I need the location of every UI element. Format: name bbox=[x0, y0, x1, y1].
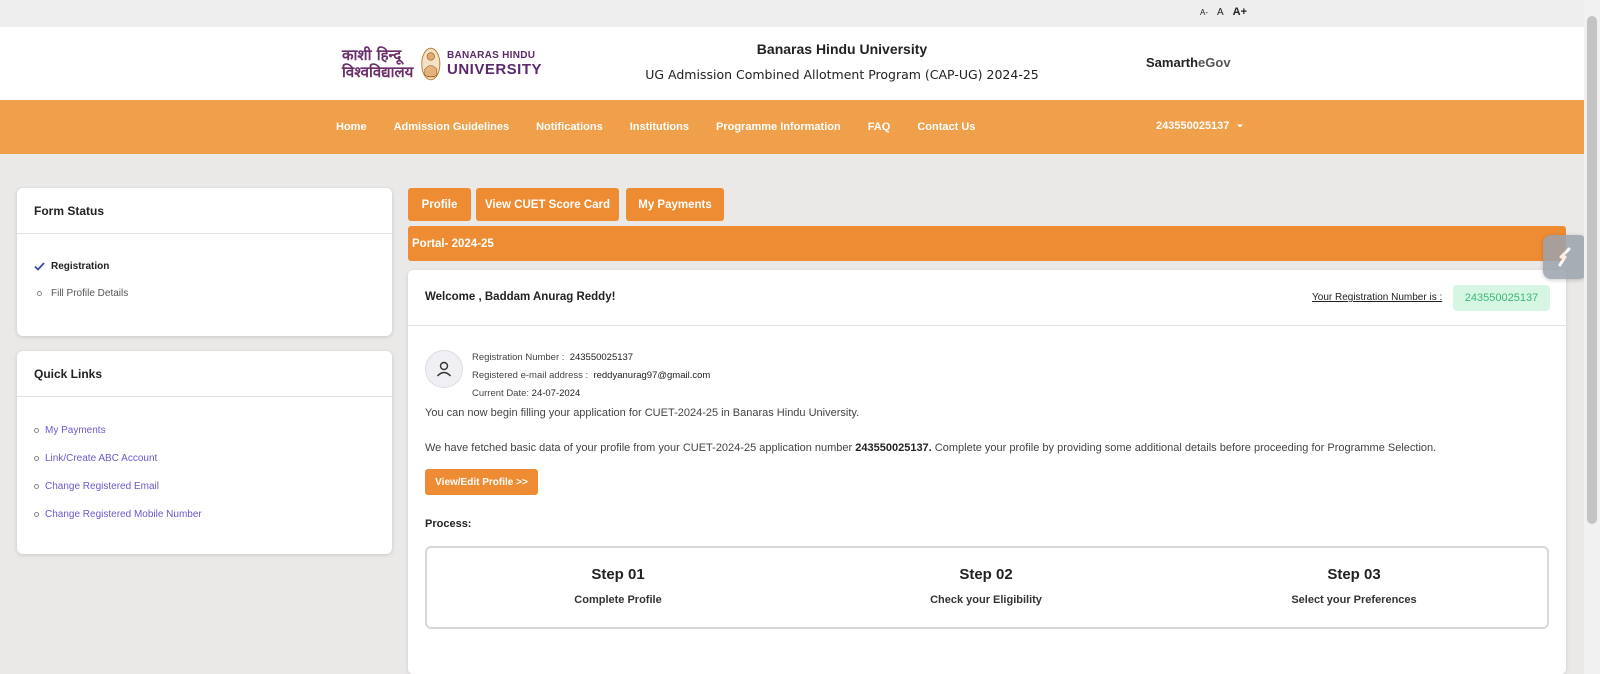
quick-links-card: Quick Links My Payments Link/Create ABC … bbox=[17, 351, 392, 554]
nav-menu: Home Admission Guidelines Notifications … bbox=[336, 100, 975, 154]
extension-logo-icon bbox=[1558, 247, 1571, 267]
view-edit-profile-button[interactable]: View/Edit Profile >> bbox=[425, 469, 538, 495]
status-fill-profile: Fill Profile Details bbox=[34, 288, 128, 299]
application-info-text: You can now begin filling your applicati… bbox=[425, 407, 860, 419]
nav-notifications[interactable]: Notifications bbox=[536, 121, 603, 133]
samarth-egov-brand: SamartheGov bbox=[1146, 55, 1231, 70]
bullet-icon bbox=[34, 512, 39, 517]
check-icon bbox=[34, 262, 45, 271]
info-registration-number: Registration Number : 243550025137 bbox=[472, 352, 634, 363]
profile-fetch-info-text: We have fetched basic data of your profi… bbox=[425, 442, 1437, 454]
bullet-icon bbox=[37, 291, 42, 296]
nav-home[interactable]: Home bbox=[336, 121, 367, 133]
font-normal-button[interactable]: A bbox=[1217, 7, 1224, 18]
user-id-label: 243550025137 bbox=[1156, 120, 1230, 132]
step-03-desc: Select your Preferences bbox=[1291, 594, 1417, 606]
info-current-date: Current Date: 24-07-2024 bbox=[472, 388, 581, 399]
profile-tab-button[interactable]: Profile bbox=[408, 188, 471, 221]
font-size-controls: A- A A+ bbox=[1200, 6, 1247, 18]
info-registered-email: Registered e-mail address : reddyanurag9… bbox=[472, 370, 711, 381]
university-title: Banaras Hindu University bbox=[756, 41, 928, 57]
nav-contact-us[interactable]: Contact Us bbox=[917, 121, 975, 133]
bullet-icon bbox=[34, 428, 39, 433]
welcome-message: Welcome , Baddam Anurag Reddy! bbox=[425, 291, 616, 303]
registration-number-badge: 243550025137 bbox=[1453, 285, 1550, 311]
step-01-desc: Complete Profile bbox=[574, 594, 662, 606]
main-panel: Welcome , Baddam Anurag Reddy! Your Regi… bbox=[408, 270, 1566, 674]
form-status-card: Form Status Registration Fill Profile De… bbox=[17, 188, 392, 336]
quick-link-change-email[interactable]: Change Registered Email bbox=[34, 481, 159, 492]
cuet-score-card-button[interactable]: View CUET Score Card bbox=[476, 188, 619, 221]
logo-hindi-text: काशी हिन्दू विश्वविद्यालय bbox=[342, 46, 414, 81]
logo-english-text: BANARAS HINDU UNIVERSITY bbox=[446, 50, 542, 78]
status-registration: Registration bbox=[34, 261, 109, 272]
step-02: Step 02 Check your Eligibility bbox=[836, 566, 1136, 606]
step-01-title: Step 01 bbox=[591, 566, 645, 583]
user-icon bbox=[436, 361, 452, 377]
font-decrease-button[interactable]: A- bbox=[1200, 8, 1208, 17]
registration-number-label: Your Registration Number is : bbox=[1312, 292, 1443, 303]
step-01: Step 01 Complete Profile bbox=[468, 566, 768, 606]
quick-link-my-payments[interactable]: My Payments bbox=[34, 425, 106, 436]
font-increase-button[interactable]: A+ bbox=[1233, 6, 1247, 18]
bullet-icon bbox=[34, 484, 39, 489]
caret-down-icon bbox=[1237, 124, 1244, 128]
university-seal-icon bbox=[421, 47, 441, 81]
quick-links-title: Quick Links bbox=[17, 351, 392, 397]
bullet-icon bbox=[34, 456, 39, 461]
site-header: काशी हिन्दू विश्वविद्यालय BANARAS HINDU … bbox=[0, 27, 1584, 100]
step-03: Step 03 Select your Preferences bbox=[1204, 566, 1504, 606]
bhu-logo[interactable]: काशी हिन्दू विश्वविद्यालय BANARAS HINDU … bbox=[342, 37, 542, 91]
program-subtitle: UG Admission Combined Allotment Program … bbox=[645, 67, 1039, 82]
process-label: Process: bbox=[425, 518, 472, 530]
main-navbar: Home Admission Guidelines Notifications … bbox=[0, 100, 1584, 154]
form-status-title: Form Status bbox=[17, 188, 392, 234]
user-dropdown[interactable]: 243550025137 bbox=[1156, 120, 1244, 132]
quick-link-change-mobile[interactable]: Change Registered Mobile Number bbox=[34, 509, 202, 520]
announcement-marquee: Portal- 2024-25 bbox=[408, 226, 1566, 261]
welcome-row: Welcome , Baddam Anurag Reddy! Your Regi… bbox=[408, 270, 1566, 326]
nav-faq[interactable]: FAQ bbox=[868, 121, 891, 133]
step-03-title: Step 03 bbox=[1327, 566, 1381, 583]
floating-extension-widget[interactable] bbox=[1543, 235, 1587, 279]
process-steps-box: Step 01 Complete Profile Step 02 Check y… bbox=[425, 546, 1549, 629]
scrollbar-thumb[interactable] bbox=[1587, 16, 1597, 524]
marquee-text: Portal- 2024-25 bbox=[412, 237, 494, 250]
vertical-scrollbar[interactable] bbox=[1584, 0, 1600, 674]
step-02-title: Step 02 bbox=[959, 566, 1013, 583]
nav-institutions[interactable]: Institutions bbox=[630, 121, 689, 133]
nav-programme-information[interactable]: Programme Information bbox=[716, 121, 841, 133]
nav-admission-guidelines[interactable]: Admission Guidelines bbox=[394, 121, 510, 133]
step-02-desc: Check your Eligibility bbox=[930, 594, 1042, 606]
quick-link-abc-account[interactable]: Link/Create ABC Account bbox=[34, 453, 157, 464]
utility-bar: A- A A+ bbox=[0, 0, 1584, 27]
user-avatar bbox=[425, 350, 463, 388]
my-payments-tab-button[interactable]: My Payments bbox=[626, 188, 724, 221]
